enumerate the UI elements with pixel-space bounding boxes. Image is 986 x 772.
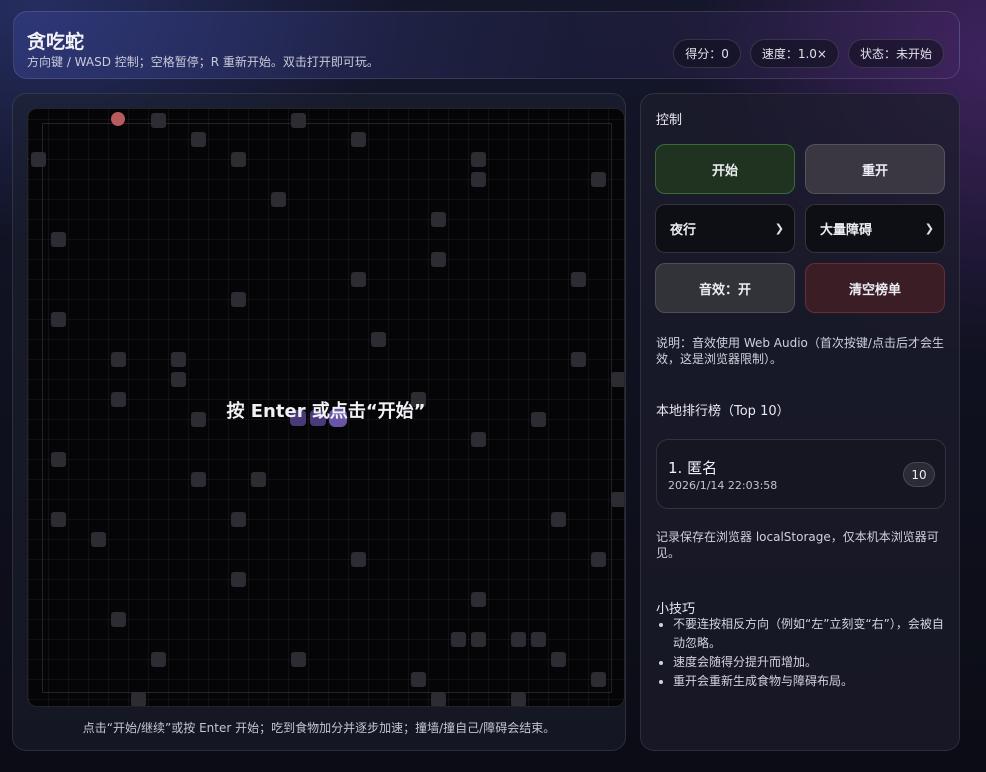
obstacle-block xyxy=(191,132,206,147)
game-board[interactable]: 按 Enter 或点击“开始” xyxy=(27,108,625,707)
obstacle-block xyxy=(111,352,126,367)
food-item xyxy=(111,112,125,126)
obstacle-block xyxy=(291,113,306,128)
obstacle-block xyxy=(291,652,306,667)
audio-note: 说明：音效使用 Web Audio（首次按键/点击后才会生效，这是浏览器限制）。 xyxy=(656,336,944,366)
board-hint: 点击“开始/继续”或按 Enter 开始；吃到食物加分并逐步加速；撞墙/撞自己/… xyxy=(82,721,556,735)
header-bar: 贪吃蛇 方向键 / WASD 控制；空格暂停；R 重新开始。双击打开即可玩。 得… xyxy=(13,11,960,79)
obstacle-block xyxy=(431,252,446,267)
page-title: 贪吃蛇 xyxy=(27,31,85,53)
start-button[interactable]: 开始 xyxy=(655,144,795,194)
leaderboard-entry-time: 2026/1/14 22:03:58 xyxy=(668,479,778,492)
storage-note: 记录保存在浏览器 localStorage，仅本机本浏览器可见。 xyxy=(656,530,939,560)
obstacle-block xyxy=(231,152,246,167)
obstacle-block xyxy=(51,232,66,247)
controls-title: 控制 xyxy=(656,113,683,128)
chevron-down-icon: ❯ xyxy=(924,222,934,235)
obstacle-block xyxy=(231,512,246,527)
obstacle-block xyxy=(451,632,466,647)
speed-badge: 速度：1.0× xyxy=(749,39,839,68)
status-badge: 状态：未开始 xyxy=(847,39,944,68)
clear-leaderboard-button[interactable]: 清空榜单 xyxy=(805,263,945,313)
obstacle-block xyxy=(231,572,246,587)
obstacle-block xyxy=(351,272,366,287)
obstacle-block xyxy=(471,632,486,647)
obstacle-block xyxy=(51,452,66,467)
obstacle-block xyxy=(51,512,66,527)
obstacle-select[interactable]: 大量障碍 ❯ xyxy=(805,204,945,253)
obstacle-block xyxy=(91,532,106,547)
theme-select-value: 夜行 xyxy=(670,223,697,238)
obstacle-block xyxy=(471,172,486,187)
leaderboard-entry-name: 1. 匿名 xyxy=(668,459,718,477)
obstacle-block xyxy=(571,352,586,367)
obstacle-block xyxy=(351,552,366,567)
obstacle-block xyxy=(171,352,186,367)
obstacle-block xyxy=(111,612,126,627)
leaderboard-entry-score: 10 xyxy=(903,462,935,487)
tip-item: 速度会随得分提升而增加。 xyxy=(673,653,951,672)
obstacle-block xyxy=(531,632,546,647)
obstacle-block xyxy=(551,652,566,667)
obstacle-block xyxy=(131,692,146,706)
obstacle-block xyxy=(151,113,166,128)
tip-item: 不要连按相反方向（例如“左”立刻变“右”），会被自动忽略。 xyxy=(673,615,951,653)
chevron-down-icon: ❯ xyxy=(774,222,784,235)
obstacle-block xyxy=(471,152,486,167)
obstacle-block xyxy=(251,472,266,487)
obstacle-block xyxy=(351,132,366,147)
score-badge: 得分：0 xyxy=(673,39,741,68)
restart-button[interactable]: 重开 xyxy=(805,144,945,194)
leaderboard-entry: 1. 匿名 2026/1/14 22:03:58 10 xyxy=(656,439,946,509)
obstacle-block xyxy=(371,332,386,347)
tip-item: 重开会重新生成食物与障碍布局。 xyxy=(673,672,951,691)
obstacle-block xyxy=(271,192,286,207)
obstacle-block xyxy=(551,512,566,527)
obstacle-block xyxy=(431,692,446,706)
obstacle-block xyxy=(511,692,526,706)
side-panel: 控制 开始 重开 夜行 ❯ 大量障碍 ❯ 音效：开 清空榜单 说明：音效使用 W… xyxy=(640,93,960,751)
obstacle-block xyxy=(431,212,446,227)
leaderboard-title: 本地排行榜（Top 10） xyxy=(656,404,790,419)
obstacle-block xyxy=(611,492,624,507)
obstacle-block xyxy=(191,472,206,487)
obstacle-block xyxy=(571,272,586,287)
obstacle-block xyxy=(471,592,486,607)
obstacle-block xyxy=(171,372,186,387)
obstacle-block xyxy=(151,652,166,667)
obstacle-block xyxy=(31,152,46,167)
status-pills: 得分：0 速度：1.0× 状态：未开始 xyxy=(673,39,944,68)
obstacle-block xyxy=(231,292,246,307)
tips-list: 不要连按相反方向（例如“左”立刻变“右”），会被自动忽略。 速度会随得分提升而增… xyxy=(673,615,951,691)
obstacle-block xyxy=(51,312,66,327)
obstacle-select-value: 大量障碍 xyxy=(820,223,873,238)
obstacle-block xyxy=(591,672,606,687)
obstacle-block xyxy=(511,632,526,647)
obstacle-block xyxy=(471,432,486,447)
start-overlay-text[interactable]: 按 Enter 或点击“开始” xyxy=(28,397,624,423)
obstacle-block xyxy=(411,672,426,687)
obstacle-block xyxy=(591,552,606,567)
obstacle-block xyxy=(591,172,606,187)
obstacle-block xyxy=(611,372,624,387)
theme-select[interactable]: 夜行 ❯ xyxy=(655,204,795,253)
page-subtitle: 方向键 / WASD 控制；空格暂停；R 重新开始。双击打开即可玩。 xyxy=(27,55,379,69)
sound-toggle-button[interactable]: 音效：开 xyxy=(655,263,795,313)
